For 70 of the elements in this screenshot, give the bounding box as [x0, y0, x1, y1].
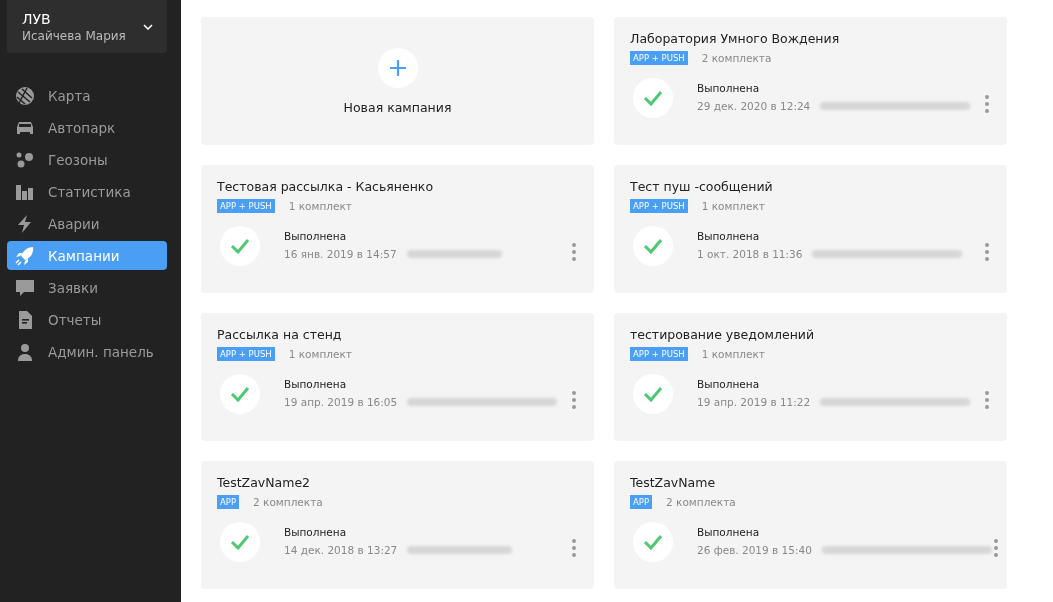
kit-count: 1 комплект [701, 200, 765, 212]
nav-item[interactable]: Автопарк [7, 113, 167, 142]
more-button[interactable] [983, 93, 991, 115]
campaign-card[interactable]: Лаборатория Умного Вождения APP + PUSH 2 комплекта Выполнена 29 дек. 2020 в 12:24 [614, 17, 1007, 145]
status-text: Выполнена [284, 526, 348, 538]
nav-item[interactable]: Карта [7, 81, 167, 110]
check-icon [220, 226, 260, 266]
more-button[interactable] [991, 537, 1000, 559]
campaign-card[interactable]: Тестовая рассылка - Касьяненко APP + PUSH 1 комплект Выполнена 16 янв. 2019 в 14:57 [201, 165, 594, 293]
campaign-title: Тест пуш -сообщений [630, 179, 774, 194]
chat-icon [14, 277, 36, 298]
more-button[interactable] [983, 389, 991, 411]
campaign-card[interactable]: TestZavName APP 2 комплекта Выполнена 26 фев. 2019 в 15:40 [614, 461, 1007, 589]
nav-item[interactable]: Админ. панель [7, 337, 167, 366]
date-text: 26 фев. 2019 в 15:40 [697, 544, 812, 556]
check-icon [633, 522, 673, 562]
status-text: Выполнена [697, 82, 761, 94]
rocket-icon [14, 245, 36, 266]
date-text: 19 апр. 2019 в 16:05 [284, 396, 398, 408]
more-button[interactable] [570, 537, 578, 559]
campaign-title: TestZavName [630, 475, 717, 490]
kit-count: 2 комплекта [253, 496, 323, 508]
channel-badge: APP + PUSH [217, 199, 275, 213]
campaign-title: Тестовая рассылка - Касьяненко [217, 179, 435, 194]
campaign-title: тестирование уведомлений [630, 327, 816, 342]
status-text: Выполнена [284, 378, 348, 390]
date-text: 16 янв. 2019 в 14:57 [284, 248, 397, 260]
channel-badge: APP + PUSH [630, 347, 688, 361]
more-button[interactable] [983, 241, 991, 263]
kit-count: 1 комплект [701, 348, 765, 360]
status-text: Выполнена [697, 230, 761, 242]
kit-count: 2 комплекта [666, 496, 736, 508]
channel-badge: APP + PUSH [217, 347, 275, 361]
new-campaign-card[interactable]: Новая кампания [201, 17, 594, 145]
channel-badge: APP [630, 495, 653, 509]
more-button[interactable] [570, 241, 578, 263]
campaign-card[interactable]: Рассылка на стенд APP + PUSH 1 комплект Выполнена 19 апр. 2019 в 16:05 [201, 313, 594, 441]
date-text: 1 окт. 2018 в 11:36 [697, 248, 803, 260]
check-icon [633, 374, 673, 414]
campaign-title: TestZavName2 [217, 475, 312, 490]
kit-count: 2 комплекта [701, 52, 772, 64]
kit-count: 1 комплект [288, 200, 352, 212]
date-text: 14 дек. 2018 в 13:27 [284, 544, 398, 556]
map-icon [14, 85, 36, 106]
chevron-down-icon [143, 23, 153, 30]
campaign-title: Лаборатория Умного Вождения [630, 31, 841, 46]
nav-item[interactable]: Геозоны [7, 145, 167, 174]
date-text: 19 апр. 2019 в 11:22 [697, 396, 811, 408]
status-text: Выполнена [697, 378, 761, 390]
nav-item[interactable]: Заявки [7, 273, 167, 302]
channel-badge: APP [217, 495, 240, 509]
campaign-card[interactable]: тестирование уведомлений APP + PUSH 1 комплект Выполнена 19 апр. 2019 в 11:22 [614, 313, 1007, 441]
nav-item[interactable]: Отчеты [7, 305, 167, 334]
channel-badge: APP + PUSH [630, 51, 688, 65]
date-text: 29 дек. 2020 в 12:24 [697, 100, 811, 112]
channel-badge: APP + PUSH [630, 199, 688, 213]
check-icon [220, 522, 260, 562]
check-icon [220, 374, 260, 414]
account-switcher[interactable]: ЛУВ Исайчева Мария [7, 0, 167, 53]
check-icon [633, 226, 673, 266]
status-text: Выполнена [697, 526, 761, 538]
campaign-card[interactable]: TestZavName2 APP 2 комплекта Выполнена 14 дек. 2018 в 13:27 [201, 461, 594, 589]
nav-item[interactable]: Аварии [7, 209, 167, 238]
check-icon [633, 78, 673, 118]
more-button[interactable] [570, 389, 578, 411]
campaign-card[interactable]: Тест пуш -сообщений APP + PUSH 1 комплект Выполнена 1 окт. 2018 в 11:36 [614, 165, 1007, 293]
kit-count: 1 комплект [288, 348, 352, 360]
nav-item[interactable]: Статистика [7, 177, 167, 206]
campaign-title: Рассылка на стенд [217, 327, 343, 342]
status-text: Выполнена [284, 230, 348, 242]
